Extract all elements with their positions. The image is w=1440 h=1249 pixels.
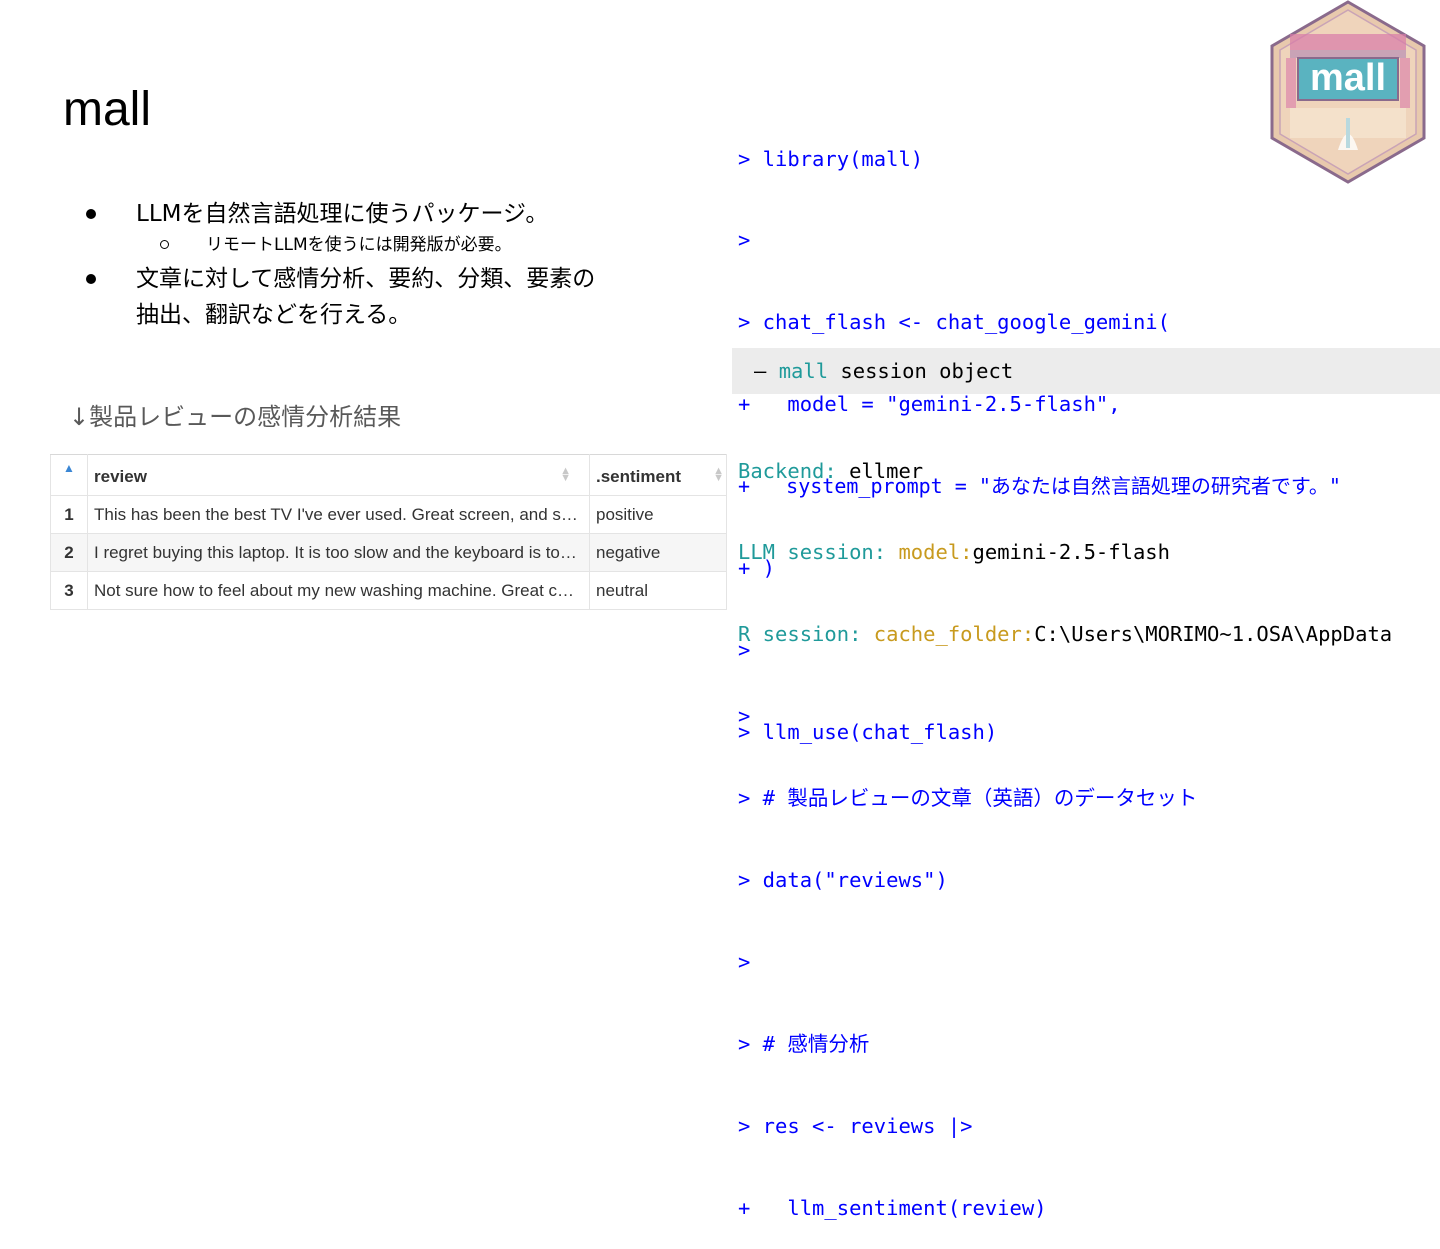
session-label: session object [828,359,1014,383]
console-line: > [738,228,751,253]
console-line: > res <- reviews |> [738,1113,973,1138]
column-header-review[interactable]: review ▲ ▼ [87,454,590,496]
console-line: > [738,949,751,974]
bullet-dot-icon [86,274,96,284]
sort-ascending-icon: ▲ [63,461,75,475]
session-dash: — [754,359,767,383]
bullet-list: LLMを自然言語処理に使うパッケージ。 リモートLLMを使うには開発版が必要。 … [82,196,682,333]
bullet-text: LLMを自然言語処理に使うパッケージ。 [136,201,549,227]
bullet-item: 文章に対して感情分析、要約、分類、要素の 抽出、翻訳などを行える。 [82,261,682,333]
hollow-circle-icon [160,240,169,249]
r-console-output: Backend: ellmer LLM session: model:gemin… [738,403,1440,1249]
bullet-text: 文章に対して感情分析、要約、分類、要素の [136,266,596,292]
console-line: > # 感情分析 [738,1031,870,1056]
table-row[interactable]: 1 This has been the best TV I've ever us… [50,495,727,534]
table-row[interactable]: 2 I regret buying this laptop. It is too… [50,533,727,572]
console-line: > chat_flash <- chat_google_gemini( [738,310,1170,335]
table-row[interactable]: 3 Not sure how to feel about my new wash… [50,571,727,610]
bullet-item: LLMを自然言語処理に使うパッケージ。 [82,196,682,232]
console-line: > # 製品レビューの文章（英語）のデータセット [738,786,1198,811]
bullet-text-cont: 抽出、翻訳などを行える。 [136,302,412,328]
bullet-dot-icon [86,209,96,219]
results-table: ▲ review ▲ ▼ .sentiment ▲ ▼ 1 This has been … [50,454,727,610]
console-line: > data("reviews") [738,868,948,893]
column-header-sentiment[interactable]: .sentiment ▲ ▼ [589,454,727,496]
table-caption: ↓製品レビューの感情分析結果 [69,403,402,431]
session-object-header: — mall session object [732,348,1440,394]
sub-bullet-item: リモートLLMを使うには開発版が必要。 [82,230,682,260]
row-number-header[interactable]: ▲ [50,454,88,496]
mall-hex-logo-icon: mall [1270,0,1426,184]
sub-bullet-text: リモートLLMを使うには開発版が必要。 [206,235,512,255]
console-line: > [738,704,751,729]
sort-icon: ▲ ▼ [560,465,571,484]
logo-text: mall [1310,57,1386,99]
console-line: + llm_sentiment(review) [738,1195,1047,1220]
r-session-line: R session: cache_folder:C:\Users\MORIMO~… [738,622,1393,647]
session-pkg: mall [778,359,829,383]
backend-line: Backend: ellmer [738,458,924,483]
llm-session-line: LLM session: model:gemini-2.5-flash [738,540,1170,565]
slide-title: mall [63,83,152,136]
sort-icon: ▲ ▼ [713,465,724,484]
